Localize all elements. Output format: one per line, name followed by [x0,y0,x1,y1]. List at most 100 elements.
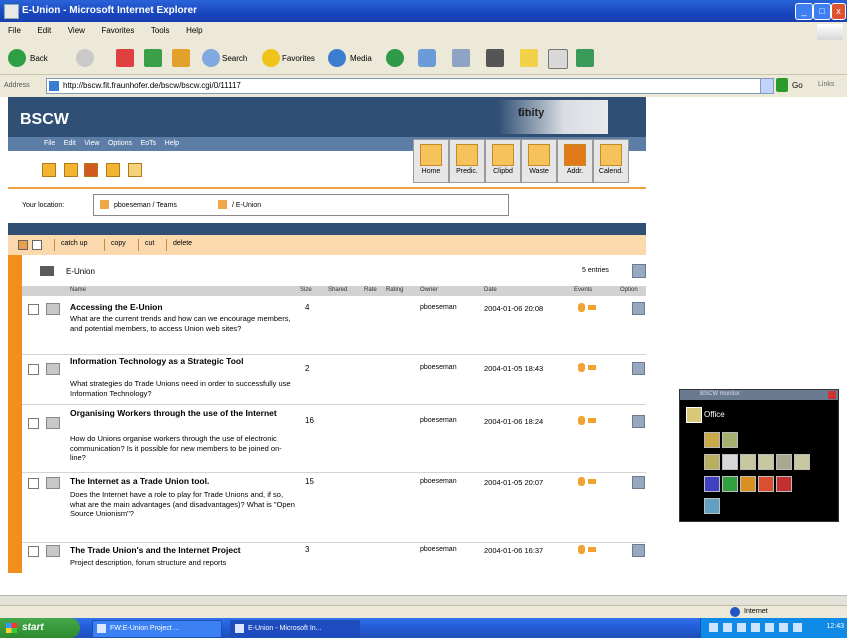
print-icon[interactable] [452,49,470,67]
clipboard-button[interactable]: Clipbd [485,139,521,183]
palette-tool-icon[interactable] [704,454,720,470]
history-icon[interactable] [386,49,404,67]
row-title[interactable]: Accessing the E-Union [70,302,296,312]
row-checkbox[interactable] [28,546,39,557]
breadcrumb-teams[interactable]: pboeseman / Teams [114,202,177,209]
row-title[interactable]: Information Technology as a Strategic To… [70,356,296,366]
event-icon[interactable] [578,477,596,487]
tray-icon[interactable] [779,623,788,632]
palette-tool-icon[interactable] [704,498,720,514]
col-option[interactable]: Option [620,287,638,293]
menu-tools[interactable]: Tools [151,26,170,35]
row-options-icon[interactable] [632,544,645,557]
col-size[interactable]: Size [300,287,312,293]
row-title[interactable]: Organising Workers through the use of th… [70,408,296,418]
discuss-icon[interactable] [520,49,538,67]
back-arrow-icon[interactable] [8,49,26,67]
row-owner[interactable]: pboeseman [420,478,457,485]
home-icon[interactable] [172,49,190,67]
home-button[interactable]: Home [413,139,449,183]
tray-icon[interactable] [723,623,732,632]
upload-icon[interactable] [84,163,98,177]
row-owner[interactable]: pboeseman [420,304,457,311]
close-button[interactable]: x [831,3,846,20]
menu-view[interactable]: View [68,26,85,35]
clock[interactable]: 12:43 [826,623,844,630]
palette-title-bar[interactable]: BSCW monitor [680,390,838,400]
bscw-menu-edit[interactable]: Edit [64,140,76,147]
waste-button[interactable]: Waste [521,139,557,183]
delete-button[interactable]: delete [166,239,198,251]
palette-tool-icon[interactable] [758,454,774,470]
row-checkbox[interactable] [28,304,39,315]
new-folder-icon[interactable] [42,163,56,177]
row-checkbox[interactable] [28,478,39,489]
search-icon[interactable] [202,49,220,67]
event-icon[interactable] [578,303,596,313]
row-owner[interactable]: pboeseman [420,417,457,424]
col-rate[interactable]: Rate [364,287,377,293]
folder-icon[interactable] [686,407,702,423]
tray-icon[interactable] [751,623,760,632]
open-folder-icon[interactable] [64,163,78,177]
tray-icon[interactable] [793,623,802,632]
document-icon[interactable] [128,163,142,177]
palette-tool-icon[interactable] [722,476,738,492]
taskbar-item-ie[interactable]: E-Union - Microsoft In... [230,620,360,638]
event-icon[interactable] [578,363,596,373]
palette-tool-icon[interactable] [722,432,738,448]
menu-edit[interactable]: Edit [37,26,51,35]
start-button[interactable]: start [0,618,80,638]
row-title[interactable]: The Internet as a Trade Union tool. [70,476,296,486]
row-options-icon[interactable] [632,362,645,375]
palette-folder-label[interactable]: Office [704,410,725,419]
tray-icon[interactable] [709,623,718,632]
window-title-bar[interactable]: E-Union - Microsoft Internet Explorer _ … [0,0,847,22]
go-arrow-icon[interactable] [776,78,788,92]
event-icon[interactable] [578,545,596,555]
catch-up-button[interactable]: catch up [54,239,93,251]
forward-arrow-icon[interactable] [76,49,94,67]
menu-file[interactable]: File [8,26,21,35]
addressbook-button[interactable]: Addr. [557,139,593,183]
edit-icon[interactable] [486,49,504,67]
bscw-menu-view[interactable]: View [84,140,99,147]
menu-help[interactable]: Help [186,26,202,35]
col-date[interactable]: Date [484,287,497,293]
row-title[interactable]: The Trade Union's and the Internet Proje… [70,545,296,555]
search-button-label[interactable]: Search [222,54,247,63]
mail-icon[interactable] [418,49,436,67]
palette-tool-icon[interactable] [704,476,720,492]
col-shared[interactable]: Shared [328,287,347,293]
links-button[interactable]: Links [818,81,834,88]
stop-icon[interactable] [116,49,134,67]
row-owner[interactable]: pboeseman [420,364,457,371]
back-button-label[interactable]: Back [30,54,48,63]
palette-close-icon[interactable] [828,391,836,399]
research-icon[interactable] [548,49,568,69]
address-input[interactable]: http://bscw.fit.fraunhofer.de/bscw/bscw.… [46,78,762,94]
row-checkbox[interactable] [28,418,39,429]
cut-button[interactable]: cut [138,239,160,251]
row-options-icon[interactable] [632,476,645,489]
palette-tool-icon[interactable] [794,454,810,470]
tray-icon[interactable] [765,623,774,632]
event-icon[interactable] [578,416,596,426]
palette-tool-icon[interactable] [758,476,774,492]
copy-icon[interactable] [106,163,120,177]
predic-button[interactable]: Predic. [449,139,485,183]
breadcrumb-e-union[interactable]: / E-Union [232,202,261,209]
refresh-icon[interactable] [144,49,162,67]
select-all-icon[interactable] [18,240,28,250]
media-button-label[interactable]: Media [350,54,372,63]
bscw-monitor-palette[interactable]: BSCW monitor Office [679,389,839,522]
row-checkbox[interactable] [28,364,39,375]
palette-tool-icon[interactable] [704,432,720,448]
palette-tool-icon[interactable] [776,454,792,470]
row-options-icon[interactable] [632,415,645,428]
col-rating[interactable]: Rating [386,287,403,293]
maximize-button[interactable]: □ [813,3,831,20]
bscw-menu-file[interactable]: File [44,140,55,147]
row-options-icon[interactable] [632,302,645,315]
media-icon[interactable] [328,49,346,67]
